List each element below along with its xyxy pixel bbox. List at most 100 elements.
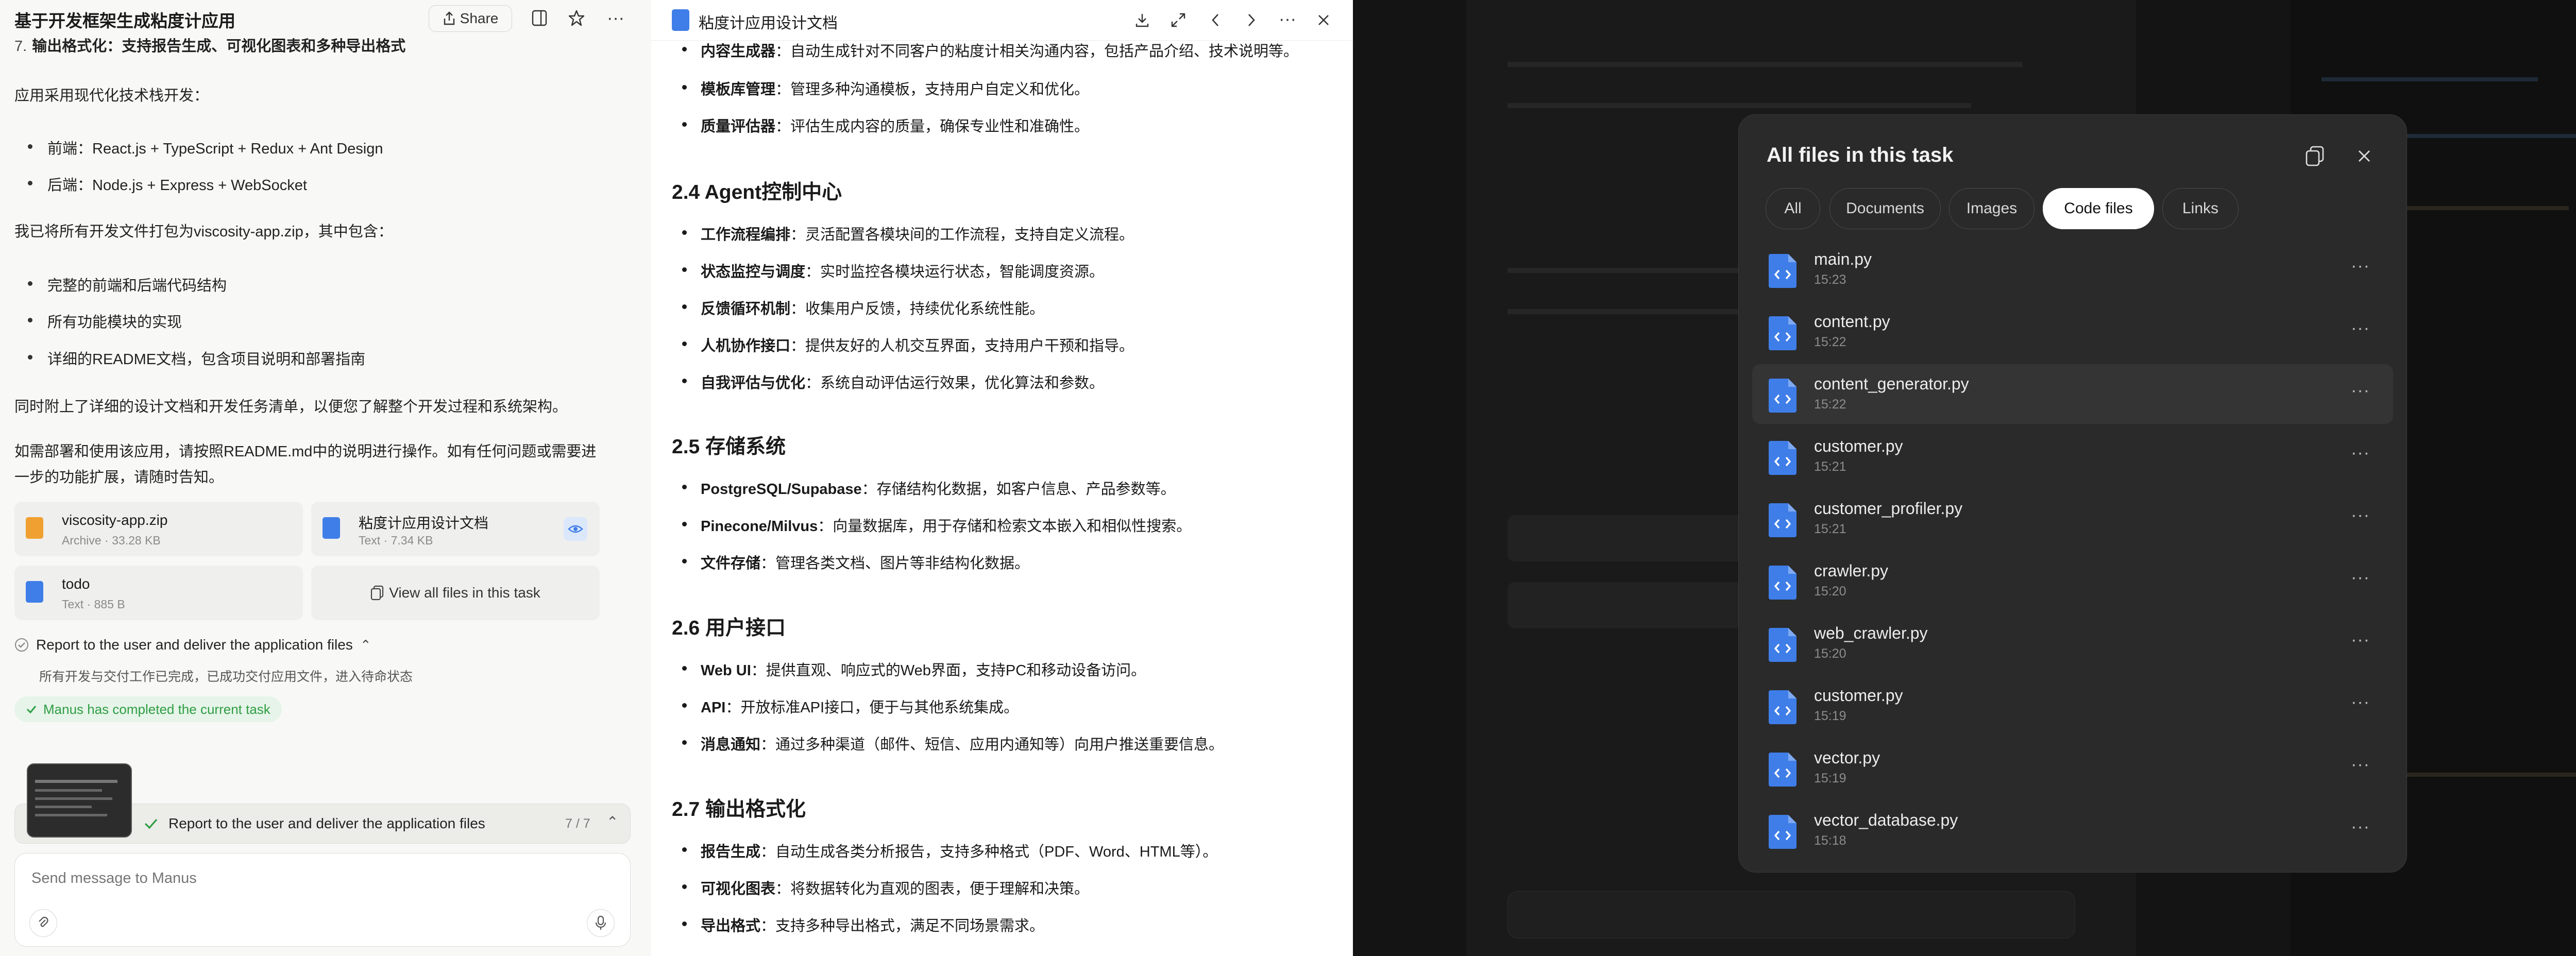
doc-item: 人机协作接口：提供友好的人机交互界面，支持用户干预和指导。 [682, 334, 1134, 355]
more-icon[interactable]: ··· [2351, 568, 2370, 588]
download-button[interactable] [1130, 8, 1154, 32]
file-time: 15:19 [1814, 709, 1846, 723]
file-time: 15:21 [1814, 459, 1846, 474]
attachment-card[interactable]: viscosity-app.zip Archive · 33.28 KB [14, 502, 303, 556]
more-icon[interactable]: ··· [2351, 817, 2370, 837]
code-file-icon [1769, 254, 1797, 288]
document-body: 内容生成器：自动生成针对不同客户的粘度计相关沟通内容，包括产品介绍、技术说明等。… [672, 41, 1316, 956]
more-icon[interactable]: ··· [2351, 318, 2370, 338]
file-time: 15:20 [1814, 584, 1846, 599]
file-row[interactable]: content.py 15:22 ··· [1752, 302, 2393, 362]
screen-thumbnail[interactable] [27, 763, 132, 838]
section-heading: 2.5 存储系统 [672, 436, 786, 458]
more-icon[interactable]: ··· [2351, 443, 2370, 463]
file-row[interactable]: vector.py 15:19 ··· [1752, 738, 2393, 798]
attachment-card[interactable]: 粘度计应用设计文档 Text · 7.34 KB [311, 502, 600, 556]
file-row[interactable]: content_generator.py 15:22 ··· [1752, 364, 2393, 424]
file-row[interactable]: vector_database.py 15:18 ··· [1752, 800, 2393, 860]
doc-item: 报告生成：自动生成各类分析报告，支持多种格式（PDF、Word、HTML等）。 [682, 840, 1217, 861]
favorite-button[interactable] [566, 7, 587, 29]
attachment-name: todo [62, 576, 90, 592]
view-all-files-button[interactable]: View all files in this task [311, 566, 600, 620]
check-icon [144, 818, 158, 829]
attachment-name: viscosity-app.zip [62, 512, 168, 528]
chevron-right-icon [1248, 14, 1255, 26]
sidebar-icon [532, 10, 547, 26]
attach-button[interactable] [29, 909, 57, 937]
close-button[interactable] [1312, 8, 1335, 32]
more-icon[interactable]: ··· [2351, 630, 2370, 650]
file-name: web_crawler.py [1814, 624, 1928, 642]
code-file-icon [1769, 503, 1797, 537]
expand-button[interactable] [1166, 8, 1190, 32]
copy-all-button[interactable] [2300, 142, 2329, 170]
progress-count: 7 / 7 [565, 816, 590, 831]
more-icon[interactable]: ··· [2351, 256, 2370, 276]
copy-icon [2306, 146, 2324, 166]
deploy-text-2: 一步的功能扩展，请随时告知。 [14, 469, 224, 486]
more-icon[interactable]: ··· [2351, 381, 2370, 401]
backend-item: 后端：Node.js + Express + WebSocket [28, 173, 307, 195]
file-time: 15:21 [1814, 522, 1846, 536]
message-input[interactable] [30, 865, 599, 892]
attachment-card[interactable]: todo Text · 885 B [14, 566, 303, 620]
file-row[interactable]: customer.py 15:21 ··· [1752, 426, 2393, 486]
doc-item: 内容生成器：自动生成针对不同客户的粘度计相关沟通内容，包括产品介绍、技术说明等。 [682, 39, 1298, 61]
chevron-up-icon[interactable]: ⌃ [606, 813, 618, 830]
previous-button[interactable] [1204, 8, 1227, 32]
sidebar-toggle-button[interactable] [529, 7, 550, 29]
file-row[interactable]: web_crawler.py 15:20 ··· [1752, 613, 2393, 673]
doc-icon [672, 9, 689, 31]
eye-icon [568, 525, 583, 533]
file-row[interactable]: crawler.py 15:20 ··· [1752, 551, 2393, 611]
document-title: 粘度计应用设计文档 [699, 15, 838, 32]
more-button[interactable]: ··· [1276, 7, 1299, 31]
share-button[interactable]: Share [429, 5, 512, 32]
file-row[interactable]: main.py 15:23 ··· [1752, 240, 2393, 299]
tab-code-files[interactable]: Code files [2043, 188, 2154, 229]
doc-item: Web UI：提供直观、响应式的Web界面，支持PC和移动设备访问。 [682, 658, 1146, 680]
doc-item: 工作流程编排：灵活配置各模块间的工作流程，支持自定义流程。 [682, 223, 1134, 244]
tab-all[interactable]: All [1766, 188, 1820, 229]
doc-item: 模板库管理：管理多种沟通模板，支持用户自定义和优化。 [682, 77, 1089, 99]
doc-item: 导出格式：支持多种导出格式，满足不同场景需求。 [682, 914, 1044, 935]
pack-text: 我已将所有开发文件打包为viscosity-app.zip，其中包含： [14, 224, 393, 240]
file-time: 15:23 [1814, 272, 1846, 287]
step-header[interactable]: Report to the user and deliver the appli… [14, 637, 371, 653]
code-file-icon [1769, 316, 1797, 350]
code-file-icon [1769, 441, 1797, 475]
include-item-1: 完整的前端和后端代码结构 [27, 274, 227, 295]
file-time: 15:18 [1814, 833, 1846, 848]
tab-images[interactable]: Images [1949, 188, 2035, 229]
close-icon [1318, 15, 1329, 25]
doc-item: 文件存储：管理各类文档、图片等非结构化数据。 [682, 551, 1029, 573]
voice-button[interactable] [587, 909, 615, 937]
file-row[interactable]: customer.py 15:19 ··· [1752, 676, 2393, 736]
more-icon[interactable]: ··· [2351, 755, 2370, 775]
check-icon [26, 706, 37, 714]
more-icon: ··· [607, 8, 624, 28]
section-heading: 2.4 Agent控制中心 [672, 181, 842, 203]
code-file-icon [1769, 566, 1797, 600]
more-icon[interactable]: ··· [2351, 505, 2370, 525]
tab-documents[interactable]: Documents [1829, 188, 1941, 229]
all-files-modal: All files in this task All Documents Ima… [1738, 114, 2407, 873]
file-row[interactable]: customer_profiler.py 15:21 ··· [1752, 489, 2393, 549]
copy-icon [371, 585, 384, 601]
doc-item: 状态监控与调度：实时监控各模块运行状态，智能调度资源。 [682, 260, 1104, 281]
file-name: customer.py [1814, 437, 1903, 455]
mic-icon [595, 915, 606, 930]
more-icon[interactable]: ··· [2351, 692, 2370, 712]
tab-links[interactable]: Links [2162, 188, 2239, 229]
more-button[interactable]: ··· [604, 7, 628, 29]
chat-header: 基于开发框架生成粘度计应用 Share ··· [0, 0, 651, 37]
modal-close-button[interactable] [2350, 142, 2379, 170]
preview-button[interactable] [564, 517, 587, 541]
file-name: crawler.py [1814, 561, 1889, 580]
include-item-3: 详细的README文档，包含项目说明和部署指南 [27, 347, 365, 369]
file-name: vector.py [1814, 748, 1880, 767]
code-file-icon [1769, 628, 1797, 662]
step-description: 所有开发与交付工作已完成，已成功交付应用文件，进入待命状态 [39, 670, 413, 684]
next-button[interactable] [1240, 8, 1263, 32]
file-name: customer.py [1814, 686, 1903, 705]
